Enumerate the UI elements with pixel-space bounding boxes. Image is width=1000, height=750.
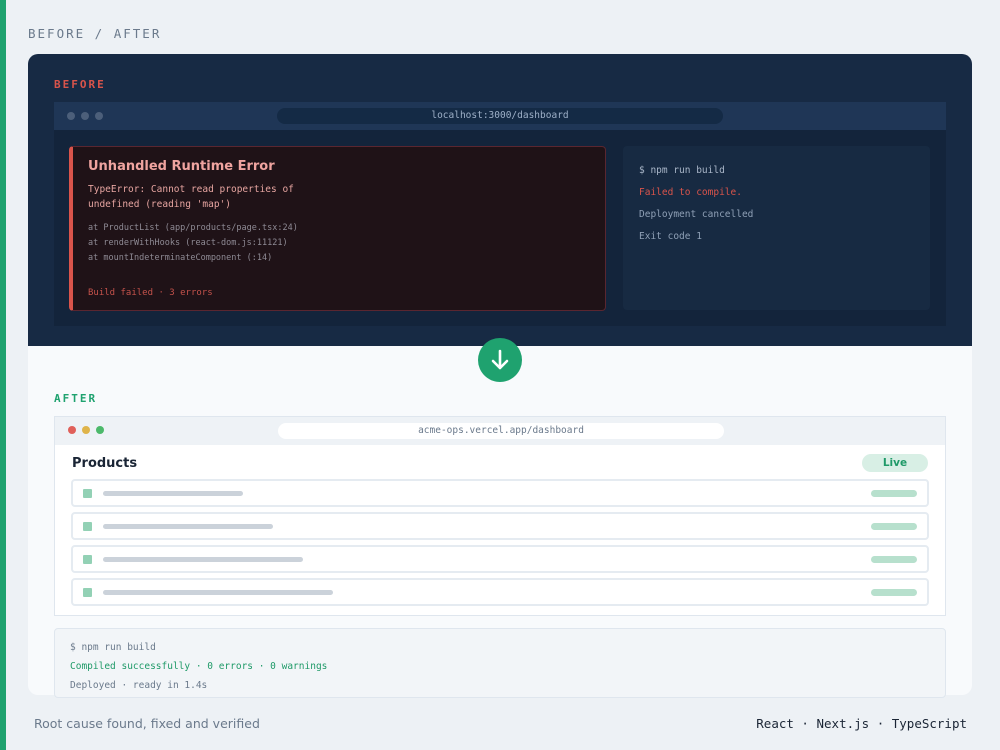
error-message: TypeError: Cannot read properties of und… bbox=[88, 184, 294, 210]
error-overlay: Unhandled Runtime Error TypeError: Canno… bbox=[69, 146, 606, 311]
terminal-deploy-line: Deployed · ready in 1.4s bbox=[70, 680, 208, 691]
page-label: BEFORE / AFTER bbox=[28, 26, 162, 41]
terminal-success-line: Compiled successfully · 0 errors · 0 war… bbox=[70, 661, 328, 672]
window-dot bbox=[81, 112, 89, 120]
arrow-down-icon bbox=[478, 338, 522, 382]
live-status-badge: Live bbox=[862, 454, 928, 472]
after-browser-window: acme-ops.vercel.app/dashboard Products L… bbox=[54, 416, 946, 616]
window-dot bbox=[95, 112, 103, 120]
error-title: Unhandled Runtime Error bbox=[88, 159, 275, 174]
window-minimize-dot[interactable] bbox=[82, 426, 90, 434]
stack-line: at ProductList (app/products/page.tsx:24… bbox=[88, 223, 298, 233]
after-label: AFTER bbox=[54, 392, 98, 405]
terminal-command: $ npm run build bbox=[639, 165, 725, 176]
row-status-pill bbox=[871, 523, 917, 530]
terminal-error-line: Failed to compile. bbox=[639, 187, 742, 198]
product-row[interactable] bbox=[71, 512, 929, 540]
terminal-line: Deployment cancelled bbox=[639, 209, 754, 220]
product-row[interactable] bbox=[71, 479, 929, 507]
stack-line: at mountIndeterminateComponent (:14) bbox=[88, 253, 273, 263]
stack-line: at renderWithHooks (react-dom.js:11121) bbox=[88, 238, 288, 248]
row-status-pill bbox=[871, 490, 917, 497]
before-url-bar[interactable]: localhost:3000/dashboard bbox=[277, 108, 723, 124]
row-status-pill bbox=[871, 589, 917, 596]
row-placeholder-bar bbox=[103, 491, 243, 496]
stack-trace: at ProductList (app/products/page.tsx:24… bbox=[88, 221, 298, 266]
row-marker bbox=[83, 522, 92, 531]
tech-stack-label: React · Next.js · TypeScript bbox=[756, 716, 967, 731]
row-marker bbox=[83, 489, 92, 498]
after-terminal: $ npm run build Compiled successfully · … bbox=[54, 628, 946, 698]
row-placeholder-bar bbox=[103, 590, 333, 595]
window-dot bbox=[67, 112, 75, 120]
before-titlebar: localhost:3000/dashboard bbox=[54, 102, 946, 130]
build-failed-status: Build failed · 3 errors bbox=[88, 288, 213, 298]
before-panel: BEFORE localhost:3000/dashboard Unhandle… bbox=[28, 54, 972, 346]
row-placeholder-bar bbox=[103, 524, 273, 529]
before-browser-window: localhost:3000/dashboard Unhandled Runti… bbox=[54, 102, 946, 326]
product-row[interactable] bbox=[71, 578, 929, 606]
footer-caption: Root cause found, fixed and verified bbox=[34, 716, 260, 731]
product-row[interactable] bbox=[71, 545, 929, 573]
accent-bar bbox=[0, 0, 6, 750]
terminal-command: $ npm run build bbox=[70, 642, 156, 653]
window-close-dot[interactable] bbox=[68, 426, 76, 434]
after-url-bar[interactable]: acme-ops.vercel.app/dashboard bbox=[278, 423, 724, 439]
products-title: Products bbox=[72, 456, 138, 471]
before-label: BEFORE bbox=[54, 78, 106, 91]
row-marker bbox=[83, 555, 92, 564]
row-marker bbox=[83, 588, 92, 597]
terminal-exit-code: Exit code 1 bbox=[639, 231, 702, 242]
row-placeholder-bar bbox=[103, 557, 303, 562]
after-titlebar: acme-ops.vercel.app/dashboard bbox=[55, 417, 945, 445]
after-panel: AFTER acme-ops.vercel.app/dashboard Prod… bbox=[28, 346, 972, 698]
row-status-pill bbox=[871, 556, 917, 563]
window-maximize-dot[interactable] bbox=[96, 426, 104, 434]
before-terminal: $ npm run build Failed to compile. Deplo… bbox=[623, 146, 930, 310]
